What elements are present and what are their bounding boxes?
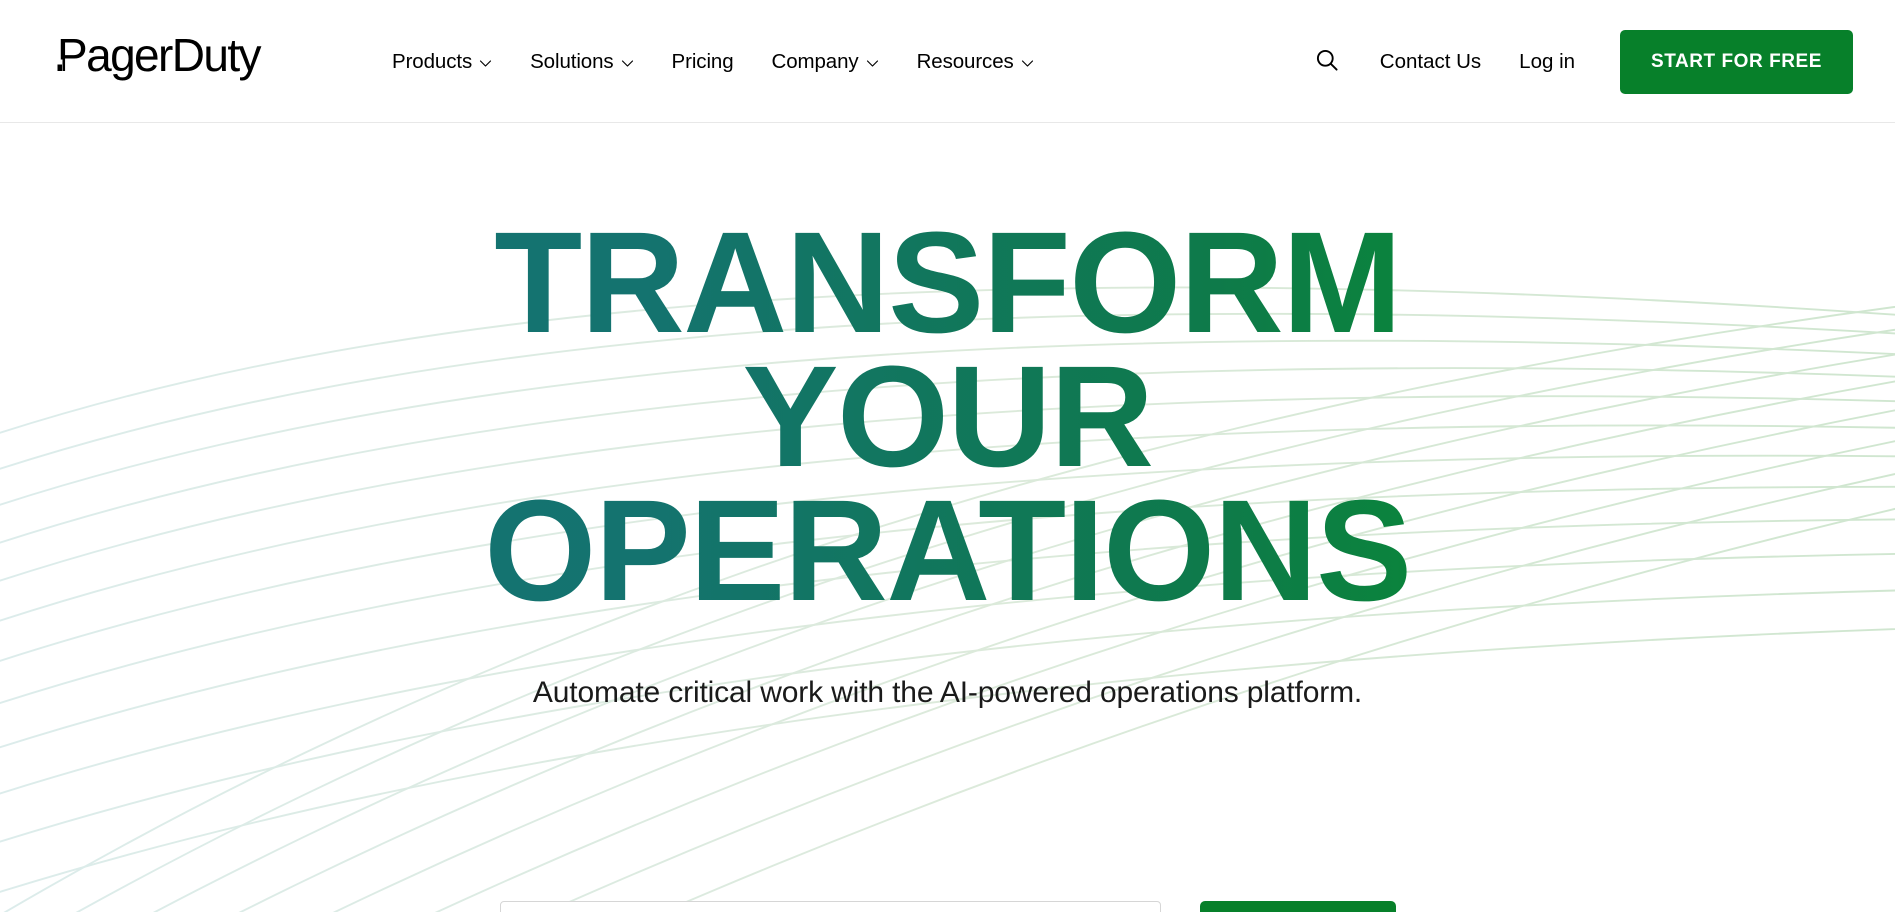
hero-section: TRANSFORM YOUR OPERATIONS Automate criti… xyxy=(0,123,1895,912)
svg-text:PagerDuty: PagerDuty xyxy=(57,34,262,81)
nav-item-products[interactable]: Products xyxy=(373,0,511,123)
chevron-down-icon xyxy=(1021,57,1034,70)
login-link[interactable]: Log in xyxy=(1500,50,1594,74)
page-title: TRANSFORM YOUR OPERATIONS xyxy=(0,211,1895,623)
chevron-down-icon xyxy=(866,57,879,70)
hero-content: TRANSFORM YOUR OPERATIONS Automate criti… xyxy=(0,211,1895,712)
headline-line-2: YOUR xyxy=(0,344,1895,488)
headline-line-3: OPERATIONS xyxy=(0,478,1895,622)
header-actions: Contact Us Log in START FOR FREE xyxy=(1305,0,1853,123)
nav-item-company[interactable]: Company xyxy=(753,0,898,123)
hero-submit-button[interactable] xyxy=(1199,901,1396,912)
nav-item-label: Solutions xyxy=(530,49,614,73)
contact-us-link[interactable]: Contact Us xyxy=(1361,50,1500,74)
nav-item-resources[interactable]: Resources xyxy=(898,0,1053,123)
chevron-down-icon xyxy=(621,57,634,70)
email-input[interactable] xyxy=(499,901,1161,912)
signup-form xyxy=(0,901,1895,912)
nav-item-label: Pricing xyxy=(671,49,734,73)
chevron-down-icon xyxy=(479,57,492,70)
hero-subheadline: Automate critical work with the AI-power… xyxy=(532,675,1363,709)
nav-item-label: Products xyxy=(392,49,473,73)
pagerduty-logo[interactable]: PagerDuty xyxy=(57,30,264,86)
nav-item-label: Resources xyxy=(916,49,1014,73)
nav-item-pricing[interactable]: Pricing xyxy=(653,0,753,123)
search-button[interactable] xyxy=(1305,39,1351,85)
nav-item-solutions[interactable]: Solutions xyxy=(511,0,652,123)
pagerduty-logo-icon: PagerDuty xyxy=(57,34,263,81)
headline-line-1: TRANSFORM xyxy=(0,211,1895,355)
start-for-free-button[interactable]: START FOR FREE xyxy=(1620,29,1853,94)
page-root: PagerDuty Products Solutions Pricing Com… xyxy=(0,0,1895,912)
primary-navigation: Products Solutions Pricing Company Resou… xyxy=(373,0,1053,123)
nav-item-label: Company xyxy=(771,49,859,73)
site-header: PagerDuty Products Solutions Pricing Com… xyxy=(0,0,1895,123)
search-icon xyxy=(1315,48,1340,76)
